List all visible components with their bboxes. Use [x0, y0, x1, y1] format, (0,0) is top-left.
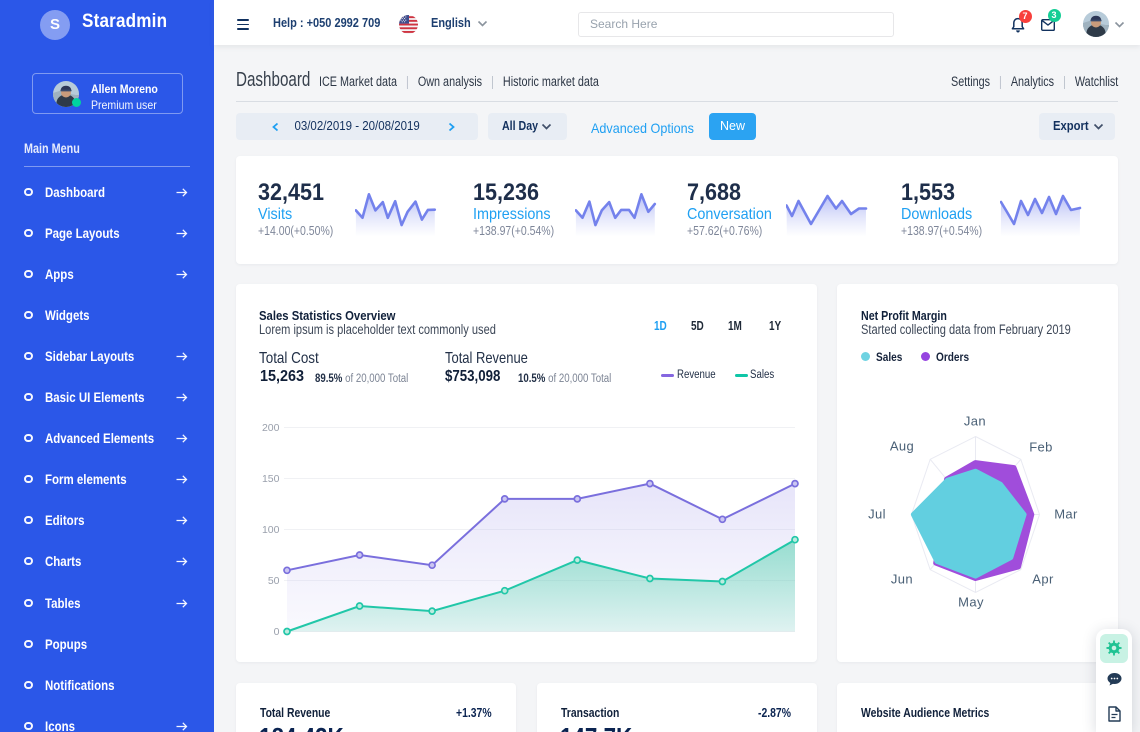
svg-text:0: 0 [274, 626, 280, 638]
svg-text:Jul: Jul [868, 507, 886, 522]
svg-text:Jun: Jun [891, 572, 913, 587]
svg-text:Apr: Apr [1032, 572, 1054, 587]
svg-text:Jan: Jan [964, 414, 986, 429]
svg-text:Feb: Feb [1029, 440, 1053, 455]
svg-text:200: 200 [262, 422, 280, 434]
svg-text:50: 50 [268, 575, 280, 587]
svg-text:150: 150 [262, 473, 280, 485]
svg-text:Mar: Mar [1054, 507, 1078, 522]
svg-text:May: May [958, 595, 984, 610]
svg-text:Aug: Aug [890, 439, 914, 454]
svg-text:100: 100 [262, 524, 280, 536]
